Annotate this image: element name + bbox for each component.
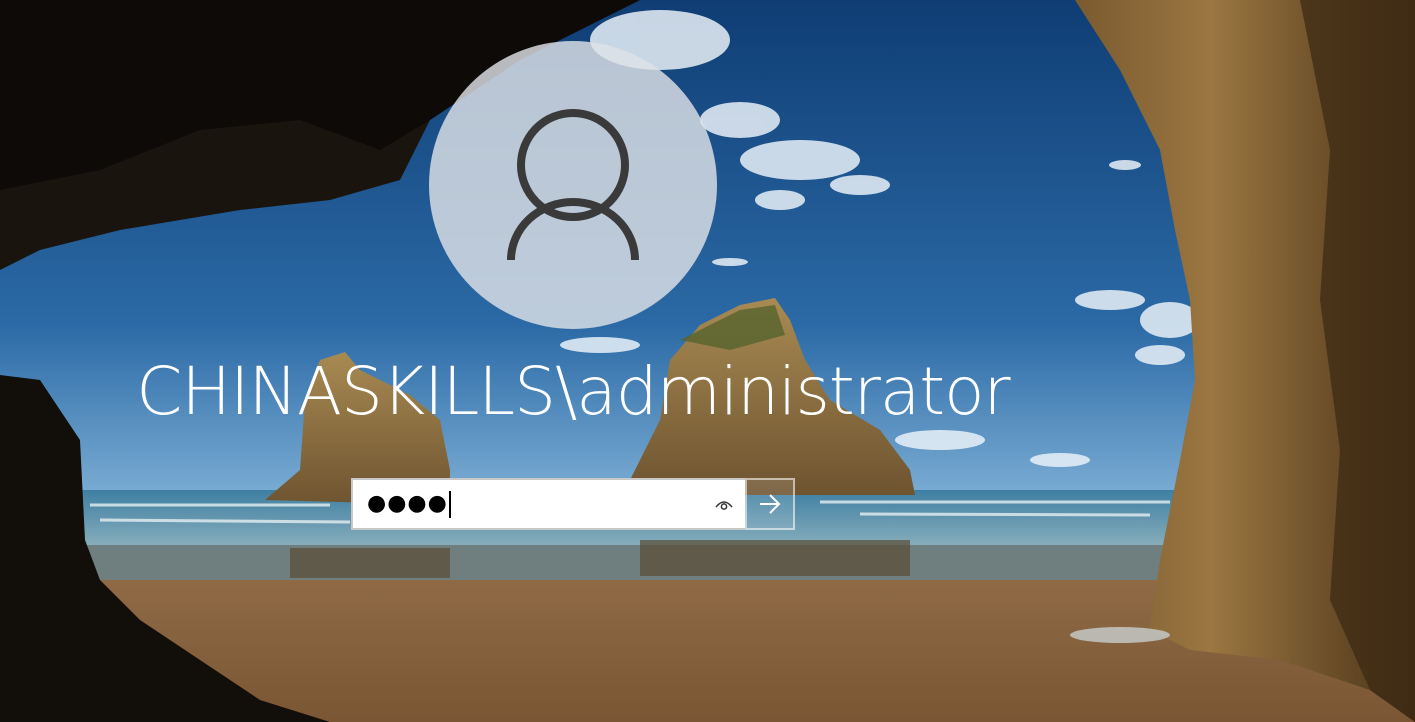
text-caret (448, 490, 451, 518)
lock-screen: CHINASKILLS\administrator ●●●● (0, 0, 1415, 722)
password-form: ●●●● (351, 478, 795, 530)
user-avatar (429, 41, 717, 329)
user-name: CHINASKILLS\administrator (136, 353, 1010, 430)
arrow-right-icon (760, 494, 781, 514)
password-input[interactable]: ●●●● (351, 478, 745, 530)
password-masked-value: ●●●● (367, 491, 448, 516)
user-silhouette-icon (507, 109, 639, 261)
reveal-password-button[interactable] (711, 492, 737, 518)
submit-button[interactable] (745, 478, 795, 530)
eye-icon (715, 501, 733, 510)
